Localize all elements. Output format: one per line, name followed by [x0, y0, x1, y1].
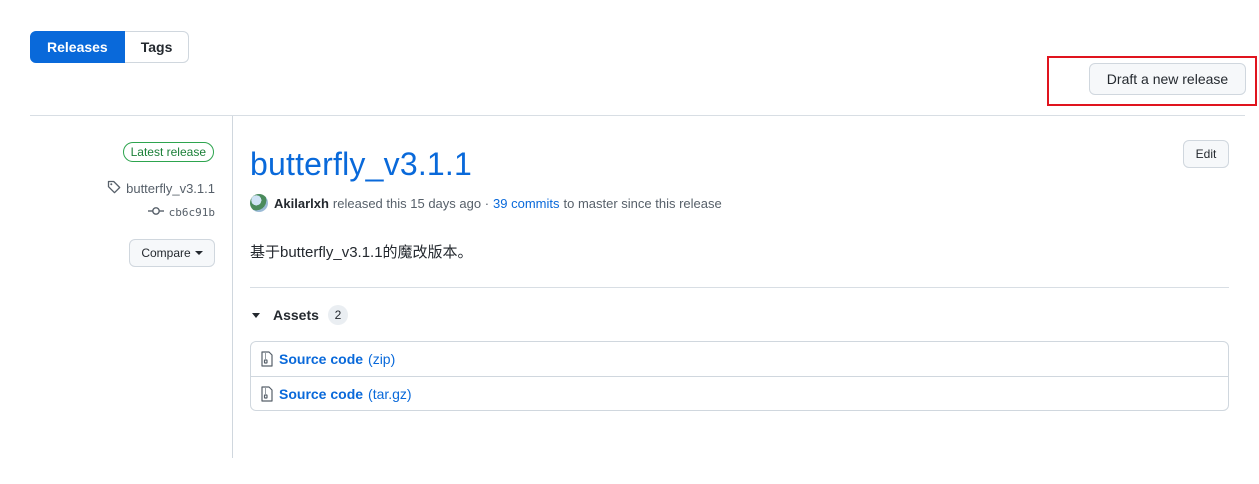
tab-tags[interactable]: Tags	[124, 31, 190, 63]
file-zip-icon	[260, 385, 274, 402]
draft-new-release-button[interactable]: Draft a new release	[1089, 63, 1246, 95]
tag-icon	[106, 179, 122, 198]
release-title-link[interactable]: butterfly_v3.1.1	[250, 146, 472, 183]
description-divider	[250, 287, 1229, 288]
asset-list: Source code (zip) Source code (tar.gz)	[250, 341, 1229, 411]
asset-name: Source code	[279, 351, 364, 367]
asset-ext: (tar.gz)	[368, 385, 412, 402]
release-tab-switcher: Releases Tags	[30, 31, 190, 63]
release-commit[interactable]: cb6c91b	[147, 206, 215, 219]
chevron-down-icon	[194, 251, 203, 255]
asset-name: Source code	[279, 385, 364, 402]
caret-down-icon	[252, 312, 260, 318]
asset-ext: (zip)	[368, 351, 396, 367]
compare-dropdown-button[interactable]: Compare	[129, 239, 215, 267]
file-zip-icon	[260, 351, 274, 367]
asset-row-zip[interactable]: Source code (zip)	[251, 342, 1228, 376]
release-meta-sidebar: Latest release butterfly_v3.1.1 cb6c91b …	[30, 116, 233, 458]
assets-count-badge: 2	[327, 305, 348, 325]
edit-release-button[interactable]: Edit	[1183, 140, 1229, 168]
commit-sha: cb6c91b	[168, 206, 215, 219]
assets-label: Assets	[273, 307, 319, 323]
tag-name: butterfly_v3.1.1	[126, 181, 215, 196]
release-tag[interactable]: butterfly_v3.1.1	[106, 179, 215, 198]
author-link[interactable]: Akilarlxh	[274, 196, 329, 211]
asset-row-targz[interactable]: Source code (tar.gz)	[251, 376, 1228, 410]
tab-releases[interactable]: Releases	[30, 31, 125, 63]
released-text: released this 15 days ago ·	[332, 195, 490, 211]
assets-toggle[interactable]: Assets 2	[252, 305, 348, 325]
commits-suffix: to master since this release	[563, 195, 722, 211]
release-byline: Akilarlxh released this 15 days ago · 39…	[250, 194, 722, 212]
avatar[interactable]	[250, 194, 268, 212]
compare-label: Compare	[141, 246, 191, 260]
commit-icon	[147, 206, 164, 219]
latest-release-badge: Latest release	[122, 142, 214, 162]
commits-link[interactable]: 39 commits	[493, 196, 559, 211]
release-description: 基于butterfly_v3.1.1的魔改版本。	[250, 244, 473, 261]
